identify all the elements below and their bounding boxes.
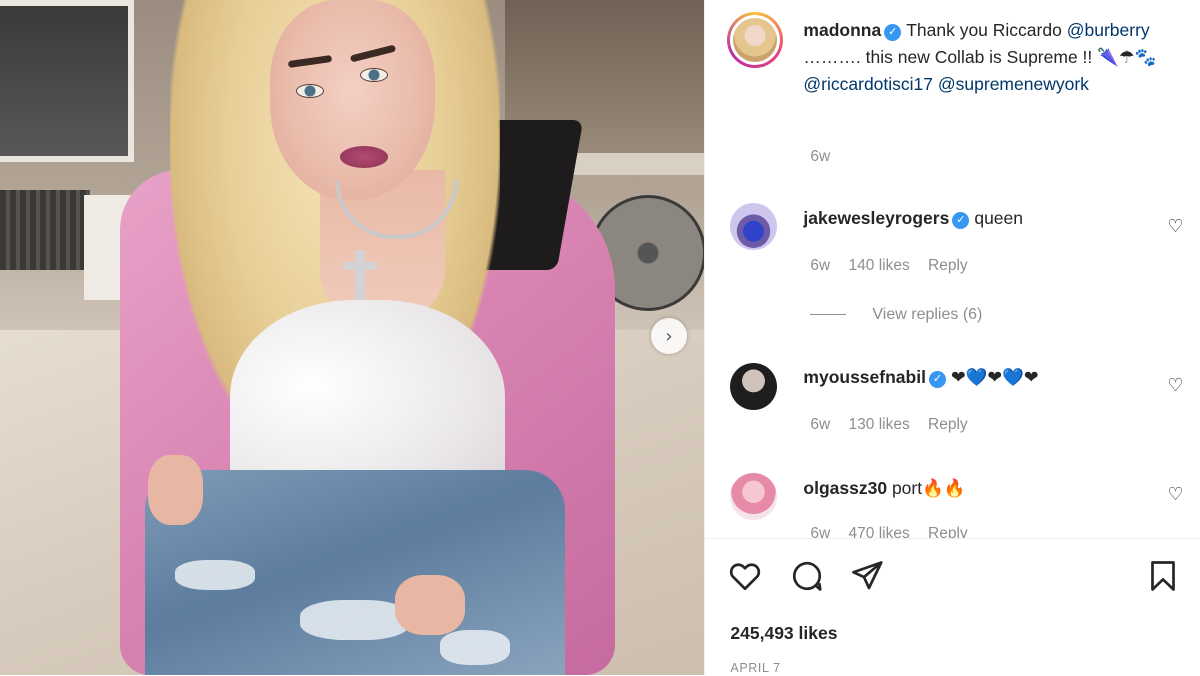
- next-photo-button[interactable]: ›: [651, 318, 687, 354]
- caption-text: Thank you Riccardo: [906, 20, 1062, 40]
- post-date: APRIL 7: [730, 661, 781, 675]
- avatar[interactable]: [730, 473, 778, 520]
- comment-bubble-icon[interactable]: [789, 558, 825, 594]
- mention-link[interactable]: @burberry: [1067, 20, 1150, 40]
- comment-meta: 6w 470 likes Reply: [810, 525, 981, 538]
- avatar[interactable]: [730, 203, 778, 250]
- caption-meta: 6w: [810, 148, 844, 166]
- author-username[interactable]: madonna: [803, 20, 881, 40]
- comment-heart-icon[interactable]: ♡: [1165, 376, 1185, 396]
- post-photo[interactable]: ›: [0, 0, 705, 675]
- comment-text-row: myoussefnabil ✓ ❤💙❤💙❤: [803, 364, 1143, 391]
- verified-badge-icon: ✓: [884, 24, 902, 41]
- chevron-right-icon: ›: [665, 325, 673, 347]
- comment-text-row: jakewesleyrogers ✓ queen: [803, 205, 1143, 232]
- comment-text: ❤💙❤💙❤: [950, 367, 1039, 387]
- comment-meta: 6w 130 likes Reply: [810, 416, 981, 434]
- mention-link[interactable]: @supremenewyork: [938, 74, 1089, 94]
- likes-count[interactable]: 245,493 likes: [730, 623, 837, 644]
- comment-age: 6w: [810, 257, 831, 274]
- comment-text: port🔥🔥: [891, 478, 966, 498]
- reply-button[interactable]: Reply: [928, 257, 968, 274]
- comment-text-row: olgassz30 port🔥🔥: [803, 475, 1143, 502]
- comment-likes[interactable]: 470 likes: [849, 525, 910, 538]
- comment-text: queen: [974, 208, 1024, 228]
- comment-likes[interactable]: 140 likes: [849, 257, 910, 274]
- comment-heart-icon[interactable]: ♡: [1165, 485, 1185, 505]
- caption: madonna ✓ Thank you Riccardo @burberry …………: [803, 17, 1163, 98]
- action-bar: 245,493 likes APRIL 7: [705, 538, 1200, 676]
- caption-text-mid: ………. this new Collab is Supreme !! 🌂☂🐾: [803, 47, 1157, 67]
- comment-age: 6w: [810, 525, 831, 538]
- comment-heart-icon[interactable]: ♡: [1165, 217, 1185, 237]
- view-replies-button[interactable]: View replies (6): [810, 306, 982, 324]
- post-side-panel: madonna ✓ Thank you Riccardo @burberry …………: [704, 0, 1200, 675]
- comment-meta: 6w 140 likes Reply: [810, 257, 981, 275]
- comment-likes[interactable]: 130 likes: [849, 416, 910, 433]
- comment-username[interactable]: myoussefnabil: [803, 367, 926, 387]
- heart-icon[interactable]: [727, 558, 763, 594]
- reply-button[interactable]: Reply: [928, 416, 968, 433]
- verified-badge-icon: ✓: [928, 371, 946, 388]
- comment-age: 6w: [810, 416, 831, 433]
- avatar[interactable]: [730, 363, 778, 410]
- caption-age: 6w: [810, 148, 831, 165]
- bookmark-icon[interactable]: [1145, 558, 1181, 594]
- paper-plane-icon[interactable]: [849, 558, 885, 594]
- reply-button[interactable]: Reply: [928, 525, 968, 538]
- mention-link[interactable]: @riccardotisci17: [803, 74, 933, 94]
- verified-badge-icon: ✓: [952, 212, 970, 229]
- instagram-post: › madonna ✓ Thank you Riccardo @burberry ……: [0, 0, 1200, 675]
- comment-username[interactable]: olgassz30: [803, 478, 887, 498]
- comments-list[interactable]: madonna ✓ Thank you Riccardo @burberry …………: [705, 0, 1200, 538]
- comment-username[interactable]: jakewesleyrogers: [803, 208, 949, 228]
